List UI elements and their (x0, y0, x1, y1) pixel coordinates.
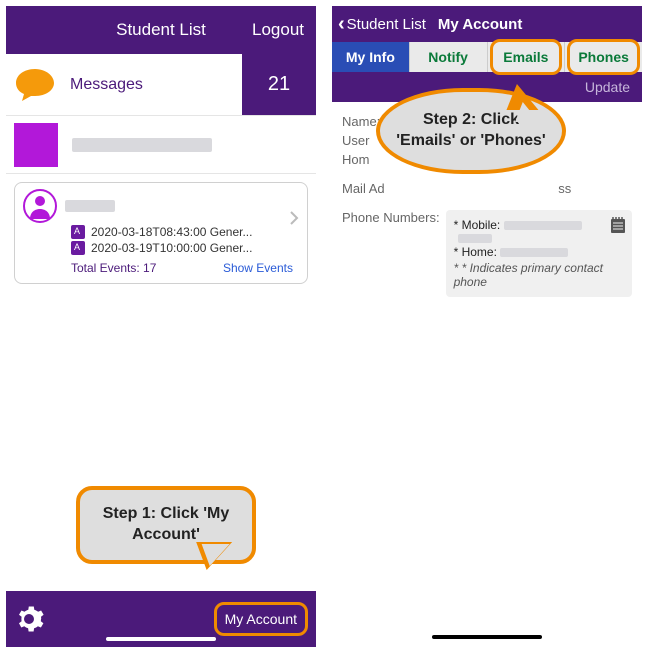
phone-numbers-block: * Mobile: * Home: * * Indicates primary … (446, 210, 632, 297)
registration-icon (14, 123, 58, 167)
speech-bubble-icon (14, 67, 56, 103)
gear-icon[interactable] (14, 604, 44, 634)
back-button[interactable]: ‹ Student List (338, 13, 426, 36)
registration-row[interactable] (6, 116, 316, 174)
my-account-button[interactable]: My Account (214, 602, 308, 636)
home-line: * Home: (454, 245, 624, 259)
home-indicator (106, 637, 216, 641)
total-events: Total Events: 17 (71, 261, 156, 275)
home-indicator (432, 635, 542, 639)
avatar-icon (23, 189, 57, 223)
messages-label: Messages (70, 76, 143, 94)
header-bar: ‹ Student List My Account (332, 6, 642, 42)
student-card[interactable]: 2020-03-18T08:43:00 Gener... 2020-03-19T… (14, 182, 308, 284)
logout-link[interactable]: Logout (252, 20, 304, 40)
primary-contact-note: * * Indicates primary contact phone (454, 261, 624, 289)
tabs-bar: My Info Notify Emails Phones (332, 42, 642, 72)
header-bar: Student List Logout (6, 6, 316, 54)
callout-step-2: Step 2: Click 'Emails' or 'Phones' (376, 88, 566, 174)
tab-notify[interactable]: Notify (410, 42, 488, 72)
header-title: My Account (438, 16, 522, 33)
messages-left: Messages (6, 54, 242, 115)
tab-phones[interactable]: Phones (565, 42, 642, 72)
mobile-line: * Mobile: (454, 218, 624, 232)
event-line-2: 2020-03-19T10:00:00 Gener... (71, 241, 299, 255)
chevron-right-icon (289, 211, 299, 230)
messages-row[interactable]: Messages 21 (6, 54, 316, 116)
chevron-left-icon: ‹ (338, 13, 345, 36)
notepad-icon[interactable] (610, 216, 626, 234)
footer-bar: My Account (6, 591, 316, 647)
show-events-link[interactable]: Show Events (223, 261, 293, 275)
mail-label: Mail Ad ss (342, 181, 632, 196)
event-app-icon (71, 225, 85, 239)
update-link[interactable]: Update (585, 79, 630, 95)
callout-step-1: Step 1: Click 'My Account' (76, 486, 256, 564)
tab-my-info[interactable]: My Info (332, 42, 410, 72)
event-app-icon (71, 241, 85, 255)
messages-count-badge: 21 (242, 54, 316, 115)
event-line-1: 2020-03-18T08:43:00 Gener... (71, 225, 299, 239)
phone-numbers-label: Phone Numbers: (342, 210, 440, 297)
